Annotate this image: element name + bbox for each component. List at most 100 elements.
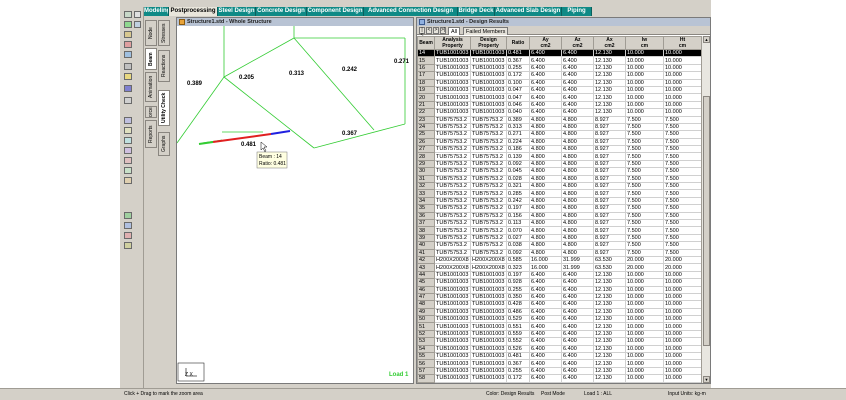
beam-number-cell[interactable]: 31 xyxy=(417,174,435,184)
table-icon[interactable] xyxy=(124,127,132,134)
table-cell[interactable]: 4.800 xyxy=(561,189,594,198)
table-cell[interactable]: 0.224 xyxy=(506,137,530,147)
table-cell[interactable]: 4.800 xyxy=(529,211,562,221)
table-cell[interactable]: 4.800 xyxy=(561,115,594,124)
table-cell[interactable]: 10.000 xyxy=(663,270,702,280)
table-cell[interactable]: 6.400 xyxy=(529,71,562,80)
table-cell[interactable]: TUB75753.2 xyxy=(434,115,471,124)
beam-number-cell[interactable]: 20 xyxy=(417,93,435,102)
table-cell[interactable]: TUB1001003 xyxy=(434,71,471,80)
table-cell[interactable]: TUB1001003 xyxy=(434,292,471,302)
table-cell[interactable]: 10.000 xyxy=(625,322,664,331)
table-cell[interactable]: 10.000 xyxy=(663,344,702,354)
table-row[interactable]: 53 TUB1001003 TUB1001003 0.552 6.400 6.400 12.… xyxy=(417,337,702,346)
table-cell[interactable]: 10.000 xyxy=(663,278,702,287)
table-cell[interactable]: TUB1001003 xyxy=(434,359,471,368)
table-cell[interactable]: TUB75753.2 xyxy=(470,241,507,250)
table-cell[interactable]: 0.070 xyxy=(506,226,530,235)
table-cell[interactable]: 0.552 xyxy=(506,337,530,346)
table-row[interactable]: 15 TUB1001003 TUB1001003 0.367 6.400 6.400 12.… xyxy=(417,56,702,65)
table-cell[interactable]: 4.800 xyxy=(529,167,562,176)
beam-number-cell[interactable]: 33 xyxy=(417,189,435,198)
table-cell[interactable]: 4.800 xyxy=(561,211,594,221)
table-cell[interactable]: TUB1001003 xyxy=(470,300,507,309)
table-cell[interactable]: 6.400 xyxy=(561,93,594,102)
vtab-forces[interactable]: Forces xyxy=(145,106,157,118)
table-cell[interactable]: 8.927 xyxy=(593,137,626,147)
table-cell[interactable]: TUB1001003 xyxy=(470,71,507,80)
table-cell[interactable]: TUB1001003 xyxy=(470,374,507,383)
design-results-table[interactable]: Beam Analysis Property Design Property Ratio A… xyxy=(417,36,702,383)
table-row[interactable]: 45 TUB1001003 TUB1001003 0.928 6.400 6.400 12.… xyxy=(417,278,702,287)
tab-bridge-deck[interactable]: Bridge Deck xyxy=(458,7,495,16)
table-cell[interactable]: TUB1001003 xyxy=(470,366,507,376)
select-solid-icon[interactable] xyxy=(124,41,132,48)
beam-number-cell[interactable]: 42 xyxy=(417,255,435,265)
beam-number-cell[interactable]: 47 xyxy=(417,292,435,302)
table-cell[interactable]: 6.400 xyxy=(529,300,562,309)
table-cell[interactable]: 6.400 xyxy=(529,63,562,73)
last-page-button[interactable]: >| xyxy=(440,27,446,34)
beam-number-cell[interactable]: 32 xyxy=(417,182,435,191)
table-cell[interactable]: 0.028 xyxy=(506,174,530,184)
beam-number-cell[interactable]: 44 xyxy=(417,270,435,280)
beam-number-cell[interactable]: 45 xyxy=(417,278,435,287)
beam-number-cell[interactable]: 39 xyxy=(417,233,435,243)
beam-number-cell[interactable]: 55 xyxy=(417,351,435,361)
table-cell[interactable]: TUB75753.2 xyxy=(470,122,507,132)
table-cell[interactable]: 12.130 xyxy=(593,366,626,376)
table-cell[interactable]: TUB1001003 xyxy=(470,85,507,95)
table-cell[interactable]: 7.500 xyxy=(625,174,664,184)
beam-number-cell[interactable]: 29 xyxy=(417,159,435,169)
tab-all[interactable]: All xyxy=(448,27,461,35)
table-cell[interactable]: 6.400 xyxy=(561,366,594,376)
table-cell[interactable]: 16.000 xyxy=(529,263,562,272)
structure-window[interactable]: Structure1.std - Whole Structure 0.389 0… xyxy=(176,17,414,384)
select-beam-icon[interactable] xyxy=(124,11,132,18)
table-cell[interactable]: 12.130 xyxy=(593,292,626,302)
table-row[interactable]: 20 TUB1001003 TUB1001003 0.047 6.400 6.400 12.… xyxy=(417,93,702,102)
table-cell[interactable]: 12.130 xyxy=(593,285,626,294)
table-cell[interactable]: H200X200X8 xyxy=(434,255,471,265)
table-cell[interactable]: 7.500 xyxy=(663,241,702,250)
table-cell[interactable]: TUB75753.2 xyxy=(470,218,507,228)
table-cell[interactable]: 0.047 xyxy=(506,85,530,95)
table-cell[interactable]: 6.400 xyxy=(561,292,594,302)
tab-component-design[interactable]: Component Design xyxy=(307,7,364,16)
table-row[interactable]: 23 TUB75753.2 TUB75753.2 0.389 4.800 4.800 8.9… xyxy=(417,115,702,124)
column-header[interactable]: Ht cm xyxy=(663,36,702,50)
table-row[interactable]: 48 TUB1001003 TUB1001003 0.428 6.400 6.400 12.… xyxy=(417,300,702,309)
table-row[interactable]: 51 TUB1001003 TUB1001003 0.551 6.400 6.400 12.… xyxy=(417,322,702,331)
table-cell[interactable]: 6.400 xyxy=(561,71,594,80)
table-cell[interactable]: 6.400 xyxy=(561,337,594,346)
beam-number-cell[interactable]: 15 xyxy=(417,56,435,65)
table-cell[interactable]: 6.400 xyxy=(561,270,594,280)
table-row[interactable]: 57 TUB1001003 TUB1001003 0.255 6.400 6.400 12.… xyxy=(417,366,702,376)
table-cell[interactable]: 0.100 xyxy=(506,78,530,87)
vtab-reactions[interactable]: Reactions xyxy=(158,50,170,82)
table-cell[interactable]: 10.000 xyxy=(663,337,702,346)
table-cell[interactable]: TUB75753.2 xyxy=(434,189,471,198)
table-cell[interactable]: 10.000 xyxy=(663,351,702,361)
table-row[interactable]: 31 TUB75753.2 TUB75753.2 0.028 4.800 4.800 8.9… xyxy=(417,174,702,184)
table-cell[interactable]: 20.000 xyxy=(663,255,702,265)
table-cell[interactable]: 6.400 xyxy=(561,56,594,65)
table-cell[interactable]: 10.000 xyxy=(663,85,702,95)
table-cell[interactable]: 6.400 xyxy=(529,100,562,110)
table-cell[interactable]: 4.800 xyxy=(529,248,562,257)
table-cell[interactable]: 0.271 xyxy=(506,130,530,139)
table-cell[interactable]: TUB1001003 xyxy=(434,56,471,65)
table-cell[interactable]: 12.130 xyxy=(593,315,626,324)
table-cell[interactable]: 12.130 xyxy=(593,307,626,317)
table-cell[interactable]: TUB75753.2 xyxy=(434,122,471,132)
table-row[interactable]: 40 TUB75753.2 TUB75753.2 0.038 4.800 4.800 8.9… xyxy=(417,241,702,250)
table-cell[interactable]: 10.000 xyxy=(663,78,702,87)
beam-number-cell[interactable]: 52 xyxy=(417,329,435,339)
table-cell[interactable]: 7.500 xyxy=(625,122,664,132)
beam-number-cell[interactable]: 30 xyxy=(417,167,435,176)
table-cell[interactable]: 0.486 xyxy=(506,307,530,317)
table-cell[interactable]: 10.000 xyxy=(663,300,702,309)
table-cell[interactable]: TUB75753.2 xyxy=(434,241,471,250)
table-cell[interactable]: 12.130 xyxy=(593,344,626,354)
table-cell[interactable]: 12.130 xyxy=(593,337,626,346)
